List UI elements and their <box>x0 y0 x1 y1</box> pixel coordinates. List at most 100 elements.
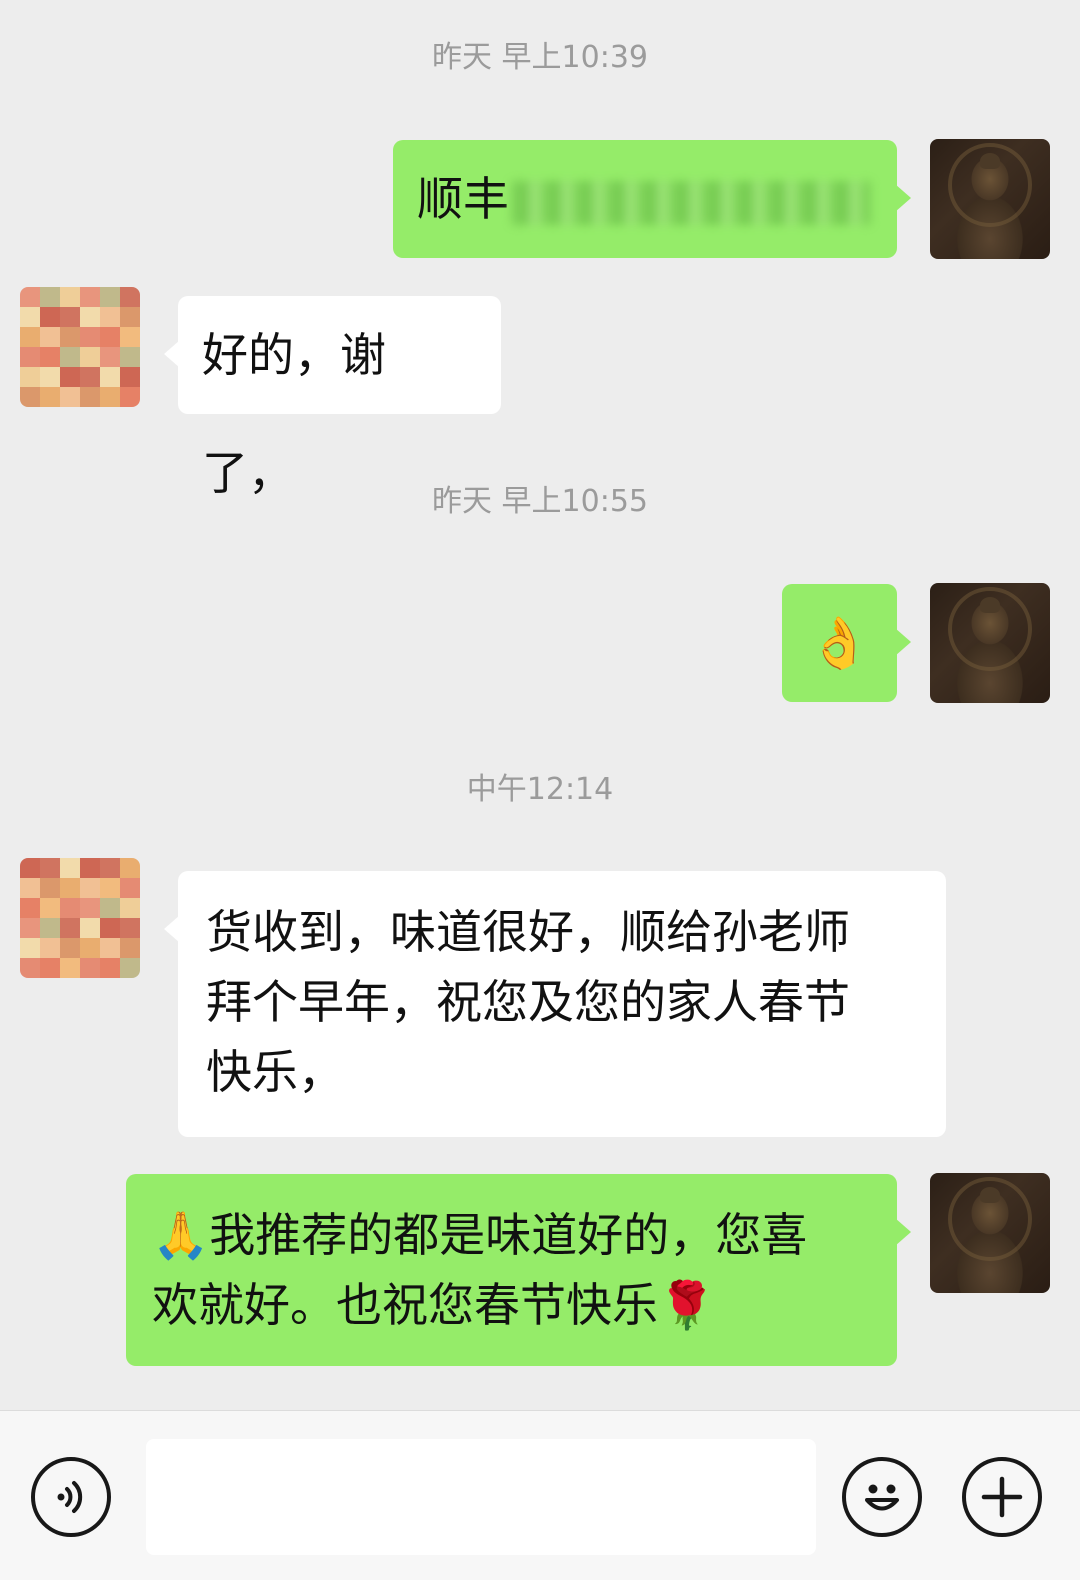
mosaic-tile <box>80 878 100 898</box>
mosaic-tile <box>100 387 120 407</box>
mosaic-tile <box>80 307 100 327</box>
mosaic-tile <box>120 387 140 407</box>
voice-button[interactable] <box>31 1457 111 1537</box>
other-avatar[interactable] <box>20 858 140 978</box>
mosaic-tile <box>40 287 60 307</box>
mosaic-tile <box>100 327 120 347</box>
self-avatar[interactable] <box>930 139 1050 259</box>
mosaic-tile <box>20 367 40 387</box>
mosaic-tile <box>60 938 80 958</box>
mosaic-tile <box>60 347 80 367</box>
timestamp: 昨天 早上10:55 <box>432 484 648 519</box>
mosaic-tile <box>80 858 100 878</box>
plus-button[interactable] <box>962 1457 1042 1537</box>
message-line: 快乐， <box>206 1045 344 1099</box>
mosaic-tile <box>60 898 80 918</box>
mosaic-tile <box>120 938 140 958</box>
mosaic-tile <box>100 898 120 918</box>
other-avatar[interactable] <box>20 287 140 407</box>
mosaic-tile <box>40 387 60 407</box>
plus-icon <box>981 1476 1023 1518</box>
mosaic-tile <box>120 958 140 978</box>
mosaic-tile <box>20 918 40 938</box>
mosaic-tile <box>80 898 100 918</box>
timestamp: 中午12:14 <box>466 772 614 807</box>
mosaic-tile <box>40 858 60 878</box>
mosaic-tile <box>60 367 80 387</box>
emoji-button[interactable] <box>842 1457 922 1537</box>
mosaic-tile <box>20 287 40 307</box>
mosaic-tile <box>20 307 40 327</box>
redacted-tracking-number <box>511 180 871 225</box>
message-bubble-self[interactable]: 👌 <box>782 584 911 702</box>
mosaic-tile <box>20 938 40 958</box>
mosaic-tile <box>20 327 40 347</box>
voice-icon <box>57 1481 83 1513</box>
mosaic-tile <box>100 958 120 978</box>
head-decoration <box>980 597 1000 613</box>
mosaic-tile <box>100 367 120 387</box>
mosaic-tile <box>120 878 140 898</box>
mosaic-tile <box>100 307 120 327</box>
input-bar <box>0 1410 1080 1580</box>
mosaic-tile <box>60 918 80 938</box>
mosaic-tile <box>100 938 120 958</box>
mosaic-tile <box>20 347 40 367</box>
message-bubble-self[interactable]: 顺丰 <box>393 140 911 258</box>
mosaic-tile <box>120 858 140 878</box>
message-input[interactable] <box>146 1439 816 1555</box>
mosaic-tile <box>120 918 140 938</box>
message-text: 顺丰 <box>417 172 509 226</box>
mosaic-tile <box>80 938 100 958</box>
mosaic-tile <box>60 327 80 347</box>
message-line: 货收到，味道很好，顺给孙老师 <box>206 905 850 959</box>
mosaic-tile <box>80 958 100 978</box>
message-line: 🙏我推荐的都是味道好的，您喜 <box>152 1208 808 1262</box>
mosaic-tile <box>100 347 120 367</box>
mosaic-tile <box>40 918 60 938</box>
mosaic-tile <box>20 387 40 407</box>
mosaic-tile <box>100 878 120 898</box>
mosaic-tile <box>120 327 140 347</box>
mosaic-tile <box>120 307 140 327</box>
head-decoration <box>980 153 1000 169</box>
mosaic-tile <box>40 938 60 958</box>
mosaic-tile <box>100 287 120 307</box>
self-avatar[interactable] <box>930 1173 1050 1293</box>
mosaic-tile <box>40 307 60 327</box>
mosaic-tile <box>60 878 80 898</box>
message-line: 拜个早年，祝您及您的家人春节 <box>206 975 850 1029</box>
mosaic-tile <box>40 898 60 918</box>
timestamp: 昨天 早上10:39 <box>432 40 648 75</box>
message-bubble-other[interactable]: 货收到，味道很好，顺给孙老师 拜个早年，祝您及您的家人春节 快乐， <box>164 871 946 1137</box>
mosaic-tile <box>100 858 120 878</box>
message-bubble-other[interactable]: 好的，谢了， <box>164 296 501 500</box>
mosaic-tile <box>60 307 80 327</box>
mosaic-tile <box>120 898 140 918</box>
mosaic-tile <box>80 287 100 307</box>
mosaic-tile <box>40 878 60 898</box>
head-decoration <box>980 1187 1000 1203</box>
mosaic-tile <box>60 858 80 878</box>
chat-area[interactable]: 昨天 早上10:39 顺丰 好的，谢了， 昨天 早上10:55 👌 中午12:1… <box>0 0 1080 1410</box>
mosaic-tile <box>80 387 100 407</box>
ok-hand-icon: 👌 <box>808 614 871 672</box>
mosaic-tile <box>60 958 80 978</box>
mosaic-tile <box>80 918 100 938</box>
mosaic-tile <box>20 878 40 898</box>
mosaic-tile <box>20 858 40 878</box>
mosaic-tile <box>120 287 140 307</box>
mosaic-tile <box>120 347 140 367</box>
message-bubble-self[interactable]: 🙏我推荐的都是味道好的，您喜 欢就好。也祝您春节快乐🌹 <box>126 1174 911 1366</box>
mosaic-tile <box>20 958 40 978</box>
mosaic-tile <box>60 287 80 307</box>
mosaic-tile <box>100 918 120 938</box>
mosaic-tile <box>120 367 140 387</box>
mosaic-tile <box>40 347 60 367</box>
mosaic-tile <box>20 898 40 918</box>
mosaic-tile <box>40 367 60 387</box>
mosaic-tile <box>80 327 100 347</box>
mosaic-tile <box>80 367 100 387</box>
self-avatar[interactable] <box>930 583 1050 703</box>
mosaic-tile <box>60 387 80 407</box>
